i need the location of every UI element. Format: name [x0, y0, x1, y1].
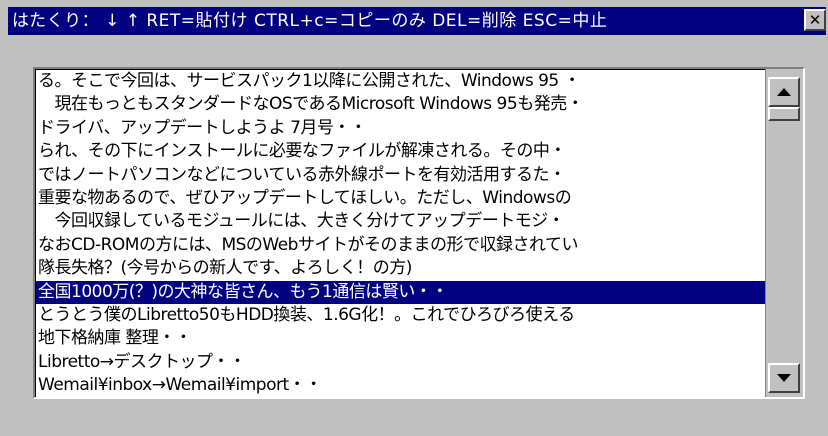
list-item[interactable]: Libretto→デスクトップ・・ [36, 351, 765, 374]
history-listbox[interactable]: る。そこで今回は、サービスパック1以降に公開された、Windows 95 ・ 現… [33, 67, 805, 399]
close-icon: ✕ [808, 10, 822, 29]
scroll-thumb[interactable] [768, 107, 800, 121]
list-item[interactable]: る。そこで今回は、サービスパック1以降に公開された、Windows 95 ・ [36, 70, 765, 93]
list-item[interactable]: とうとう僕のLibretto50もHDD換装、1.6G化！。これでひろびろ使える [36, 304, 765, 327]
list-item[interactable]: 隊長失格？(今号からの新人です、よろしく！の方) [36, 257, 765, 280]
list-item[interactable]: 現在もっともスタンダードなOSであるMicrosoft Windows 95も発… [36, 93, 765, 116]
arrow-down-icon [777, 374, 791, 382]
list-item[interactable]: 地下格納庫 整理・・ [36, 327, 765, 350]
title-bar[interactable]: はたくり： ↓ ↑ RET=貼付け CTRL+c=コピーのみ DEL=削除 ES… [8, 7, 826, 35]
list-item[interactable]: ではノートパソコンなどについている赤外線ポートを有効活用するた・ [36, 164, 765, 187]
scroll-down-button[interactable] [768, 363, 800, 393]
list-item[interactable]: 今回収録しているモジュールには、大きく分けてアップデートモジ・ [36, 210, 765, 233]
history-list: る。そこで今回は、サービスパック1以降に公開された、Windows 95 ・ 現… [35, 69, 765, 397]
list-item[interactable]: Wemail¥inbox→Wemail¥import・・ [36, 374, 765, 397]
vertical-scrollbar[interactable] [765, 69, 803, 397]
list-item-selected[interactable]: 全国1000万(？)の大神な皆さん、もう1通信は賢い・・ [36, 280, 765, 304]
list-item[interactable]: 重要な物あるので、ぜひアップデートしてほしい。ただし、Windowsの [36, 187, 765, 210]
scroll-up-button[interactable] [768, 77, 800, 107]
list-item[interactable]: られ、その下にインストールに必要なファイルが解凍される。その中・ [36, 140, 765, 163]
window-title: はたくり： ↓ ↑ RET=貼付け CTRL+c=コピーのみ DEL=削除 ES… [12, 11, 608, 31]
close-button[interactable]: ✕ [804, 9, 826, 31]
list-item[interactable]: なおCD-ROMの方には、MSのWebサイトがそのままの形で収録されてい [36, 234, 765, 257]
clipboard-history-window: はたくり： ↓ ↑ RET=貼付け CTRL+c=コピーのみ DEL=削除 ES… [0, 0, 828, 436]
arrow-up-icon [777, 88, 791, 96]
list-item[interactable]: ドライバ、アップデートしようよ 7月号・・ [36, 117, 765, 140]
